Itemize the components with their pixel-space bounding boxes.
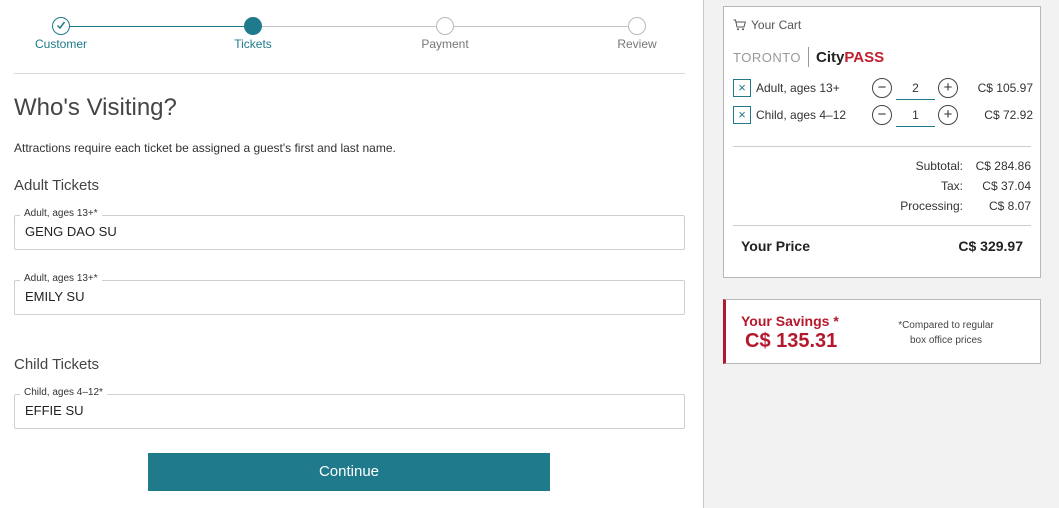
cart-title: Your Cart [751, 18, 802, 32]
brand-name-pass: PASS [844, 48, 885, 66]
child-guest-1-field[interactable]: Child, ages 4–12* [14, 387, 685, 429]
field-label: Child, ages 4–12* [20, 387, 107, 398]
total-label: Your Price [741, 238, 810, 254]
savings-note: *Compared to regular box office prices [886, 318, 1006, 348]
tax-label: Tax: [940, 179, 963, 193]
cart-item-price: C$ 72.92 [984, 108, 1033, 122]
brand-separator [808, 47, 810, 67]
cart-header: Your Cart [733, 18, 801, 32]
divider [14, 73, 685, 74]
decrease-child-button[interactable]: − [872, 105, 892, 125]
processing-label: Processing: [900, 199, 963, 213]
citypass-logo: TORONTO City PASS [733, 47, 884, 67]
increase-adult-button[interactable]: + [938, 78, 958, 98]
adult-quantity-input[interactable]: 2 [896, 78, 935, 100]
step-dot-review [628, 17, 646, 35]
adult-guest-2-input[interactable] [25, 289, 665, 304]
child-tickets-heading: Child Tickets [14, 356, 100, 373]
savings-panel: Your Savings * C$ 135.31 *Compared to re… [723, 299, 1041, 364]
cart-item-adult: × Adult, ages 13+ − 2 + C$ 105.97 [733, 78, 1033, 100]
step-dot-tickets [244, 17, 262, 35]
page-title: Who's Visiting? [14, 94, 177, 121]
continue-button[interactable]: Continue [148, 453, 550, 491]
adult-guest-1-field[interactable]: Adult, ages 13+* [14, 208, 685, 250]
checkout-stepper: Customer Tickets Payment Review [0, 0, 703, 74]
adult-tickets-heading: Adult Tickets [14, 177, 100, 194]
brand-name-city: City [816, 48, 845, 66]
subtotal-value: C$ 284.86 [975, 159, 1031, 173]
adult-guest-1-input[interactable] [25, 224, 665, 239]
remove-child-button[interactable]: × [733, 106, 751, 124]
step-tickets[interactable]: Tickets [203, 17, 303, 51]
shopping-cart-icon [733, 19, 746, 31]
child-guest-1-input[interactable] [25, 403, 665, 418]
tax-value: C$ 37.04 [982, 179, 1031, 193]
total-value: C$ 329.97 [958, 238, 1023, 254]
checkout-form-panel: Customer Tickets Payment Review Who's Vi… [0, 0, 703, 508]
savings-note-line: *Compared to regular [898, 320, 994, 331]
step-label: Review [617, 37, 657, 51]
remove-adult-button[interactable]: × [733, 79, 751, 97]
check-icon [57, 21, 65, 30]
cart-divider [733, 225, 1031, 226]
total-row: Your Price C$ 329.97 [741, 238, 1023, 254]
savings-label: Your Savings * [741, 313, 839, 329]
savings-value: C$ 135.31 [745, 330, 838, 352]
cart-panel: Your Cart TORONTO City PASS × Adult, ages… [723, 6, 1041, 278]
cart-item-price: C$ 105.97 [977, 81, 1033, 95]
increase-child-button[interactable]: + [938, 105, 958, 125]
cart-sidebar: Your Cart TORONTO City PASS × Adult, ages… [703, 0, 1059, 508]
savings-note-line: box office prices [909, 335, 983, 346]
cart-item-name: Child, ages 4–12 [756, 108, 847, 122]
processing-value: C$ 8.07 [988, 199, 1031, 213]
step-payment: Payment [395, 17, 495, 51]
step-label: Customer [34, 37, 87, 51]
step-review: Review [587, 17, 687, 51]
cart-item-child: × Child, ages 4–12 − 1 + C$ 72.92 [733, 105, 1033, 127]
subtotal-label: Subtotal: [915, 159, 963, 173]
step-label: Payment [421, 37, 469, 51]
cart-divider [733, 146, 1031, 147]
brand-city: TORONTO [733, 49, 802, 65]
step-customer[interactable]: Customer [11, 17, 111, 51]
decrease-adult-button[interactable]: − [872, 78, 892, 98]
step-dot-payment [436, 17, 454, 35]
intro-text: Attractions require each ticket be assig… [14, 141, 396, 155]
field-label: Adult, ages 13+* [20, 208, 102, 219]
adult-guest-2-field[interactable]: Adult, ages 13+* [14, 273, 685, 315]
step-dot-customer [52, 17, 70, 35]
cart-item-name: Adult, ages 13+ [756, 81, 840, 95]
field-label: Adult, ages 13+* [20, 273, 102, 284]
child-quantity-input[interactable]: 1 [896, 105, 935, 127]
step-label: Tickets [234, 37, 272, 51]
